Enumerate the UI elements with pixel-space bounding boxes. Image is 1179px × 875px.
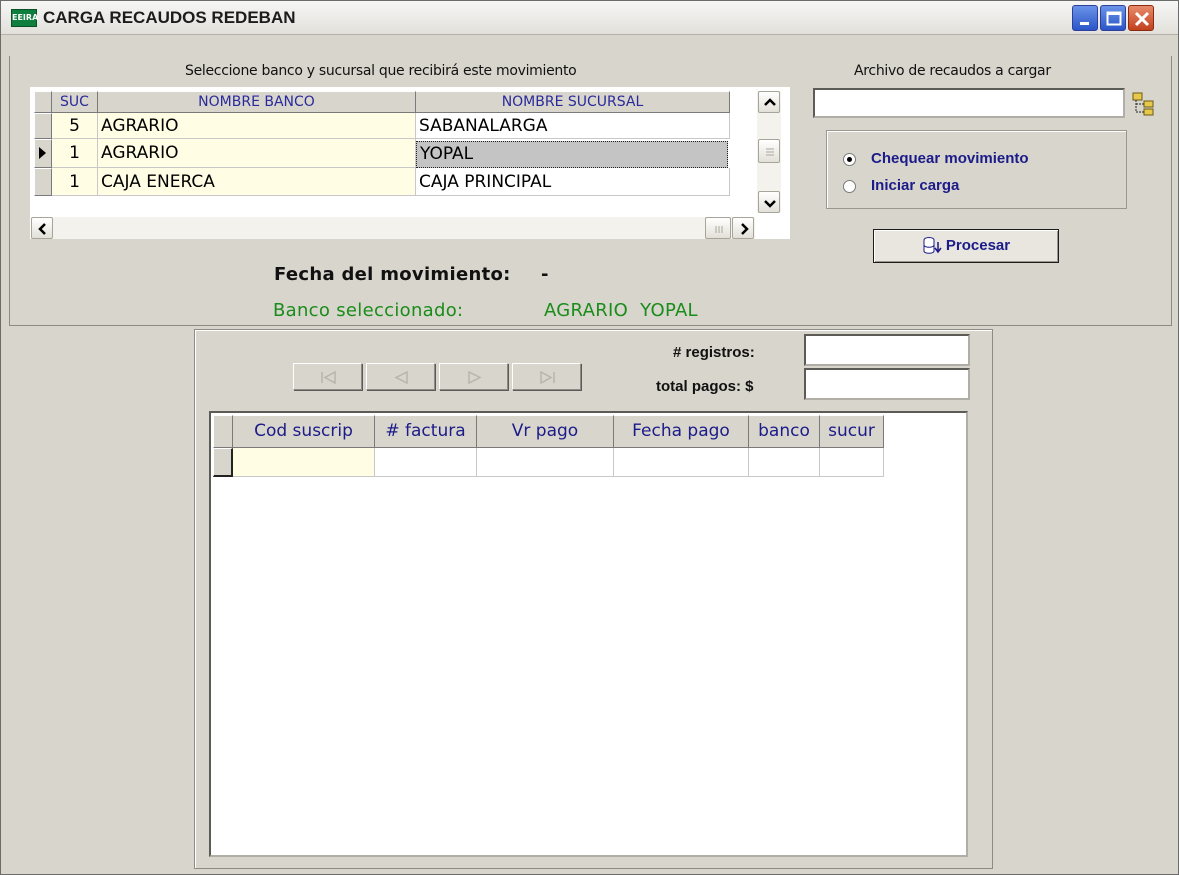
- app-logo-icon: EEIRA: [11, 9, 38, 27]
- process-db-icon: [923, 237, 942, 254]
- fecha-label: Fecha del movimiento:: [274, 264, 511, 285]
- folder-tree-icon: [1132, 92, 1154, 116]
- cell-suc[interactable]: 1: [52, 139, 98, 168]
- prev-record-button[interactable]: [366, 363, 435, 390]
- column-header-nombre-sucursal[interactable]: NOMBRE SUCURSAL: [416, 91, 730, 113]
- scroll-right-button[interactable]: [732, 217, 754, 239]
- cell-banco[interactable]: CAJA ENERCA: [98, 168, 416, 196]
- cell-sucursal[interactable]: CAJA PRINCIPAL: [416, 168, 730, 196]
- chevron-left-icon: [38, 223, 46, 235]
- cell-factura[interactable]: [375, 448, 477, 477]
- row-indicator-current[interactable]: [34, 139, 52, 168]
- column-header-vr-pago[interactable]: Vr pago: [477, 415, 614, 448]
- minimize-button[interactable]: [1072, 5, 1098, 31]
- scroll-up-button[interactable]: [758, 91, 780, 113]
- main-window: EEIRA CARGA RECAUDOS REDEBAN Seleccione …: [0, 0, 1179, 875]
- radio-chequear[interactable]: [843, 153, 856, 166]
- close-button[interactable]: [1128, 5, 1154, 31]
- last-record-button[interactable]: [512, 363, 581, 390]
- payments-grid[interactable]: Cod suscrip # factura Vr pago Fecha pago…: [209, 411, 968, 857]
- maximize-button[interactable]: [1100, 5, 1126, 31]
- title-bar[interactable]: EEIRA CARGA RECAUDOS REDEBAN: [1, 1, 1178, 35]
- first-record-button[interactable]: [293, 363, 362, 390]
- cell-banco[interactable]: [749, 448, 820, 477]
- cell-sucursal-selected[interactable]: YOPAL: [416, 141, 728, 168]
- scroll-left-button[interactable]: [31, 217, 53, 239]
- column-header-banco[interactable]: banco: [749, 415, 820, 448]
- file-caption: Archivo de recaudos a cargar: [854, 63, 1051, 79]
- procesar-label: Procesar: [945, 237, 1011, 254]
- column-header-sucur[interactable]: sucur: [820, 415, 884, 448]
- first-record-icon: [321, 370, 336, 385]
- row-indicator[interactable]: [34, 113, 52, 139]
- column-header-suc[interactable]: SUC: [52, 91, 98, 113]
- grid-corner: [213, 415, 233, 448]
- file-path-input[interactable]: [813, 88, 1125, 118]
- prev-record-icon: [394, 370, 408, 385]
- grip-icon: [766, 148, 774, 156]
- radio-iniciar[interactable]: [843, 180, 856, 193]
- hscroll-thumb[interactable]: [705, 217, 731, 239]
- cell-banco[interactable]: AGRARIO: [98, 113, 416, 139]
- registros-field[interactable]: [804, 334, 970, 366]
- mode-option-group: Chequear movimiento Iniciar carga: [826, 130, 1127, 209]
- cell-vr-pago[interactable]: [477, 448, 614, 477]
- radio-iniciar-label[interactable]: Iniciar carga: [871, 177, 959, 194]
- cell-suc[interactable]: 1: [52, 168, 98, 196]
- row-indicator[interactable]: [213, 448, 233, 477]
- grid-corner: [34, 91, 52, 113]
- chevron-up-icon: [764, 98, 776, 106]
- bank-grid-hscroll[interactable]: [31, 217, 755, 239]
- procesar-button[interactable]: Procesar: [873, 229, 1059, 263]
- chevron-down-icon: [764, 200, 776, 208]
- grip-icon: [715, 226, 723, 233]
- banco-value: AGRARIO YOPAL: [544, 300, 698, 321]
- close-icon: [1134, 11, 1150, 27]
- radio-chequear-label[interactable]: Chequear movimiento: [871, 150, 1029, 167]
- column-header-nombre-banco[interactable]: NOMBRE BANCO: [98, 91, 416, 113]
- cell-banco[interactable]: AGRARIO: [98, 139, 416, 168]
- chevron-right-icon: [741, 223, 749, 235]
- banco-label: Banco seleccionado:: [273, 300, 464, 321]
- registros-label: # registros:: [673, 344, 755, 361]
- bank-grid-vscroll[interactable]: [757, 91, 781, 213]
- row-indicator[interactable]: [34, 168, 52, 196]
- window-title: CARGA RECAUDOS REDEBAN: [43, 8, 296, 27]
- fecha-value: -: [541, 264, 549, 285]
- current-row-arrow-icon: [39, 147, 46, 159]
- cell-cod-suscrip[interactable]: [233, 448, 375, 477]
- column-header-factura[interactable]: # factura: [375, 415, 477, 448]
- minimize-icon: [1080, 22, 1089, 25]
- cell-sucur[interactable]: [820, 448, 884, 477]
- next-record-icon: [468, 370, 482, 385]
- total-pagos-label: total pagos: $: [656, 378, 754, 395]
- scroll-thumb[interactable]: [758, 139, 780, 163]
- column-header-cod-suscrip[interactable]: Cod suscrip: [233, 415, 375, 448]
- cell-sucursal[interactable]: SABANALARGA: [416, 113, 730, 139]
- cell-suc[interactable]: 5: [52, 113, 98, 139]
- maximize-icon: [1106, 11, 1122, 26]
- last-record-icon: [540, 370, 555, 385]
- browse-file-button[interactable]: [1130, 90, 1158, 118]
- cell-fecha-pago[interactable]: [614, 448, 749, 477]
- total-pagos-field[interactable]: [804, 368, 970, 400]
- next-record-button[interactable]: [439, 363, 508, 390]
- scroll-down-button[interactable]: [758, 191, 780, 213]
- bank-selector-caption: Seleccione banco y sucursal que recibirá…: [185, 63, 577, 79]
- column-header-fecha-pago[interactable]: Fecha pago: [614, 415, 749, 448]
